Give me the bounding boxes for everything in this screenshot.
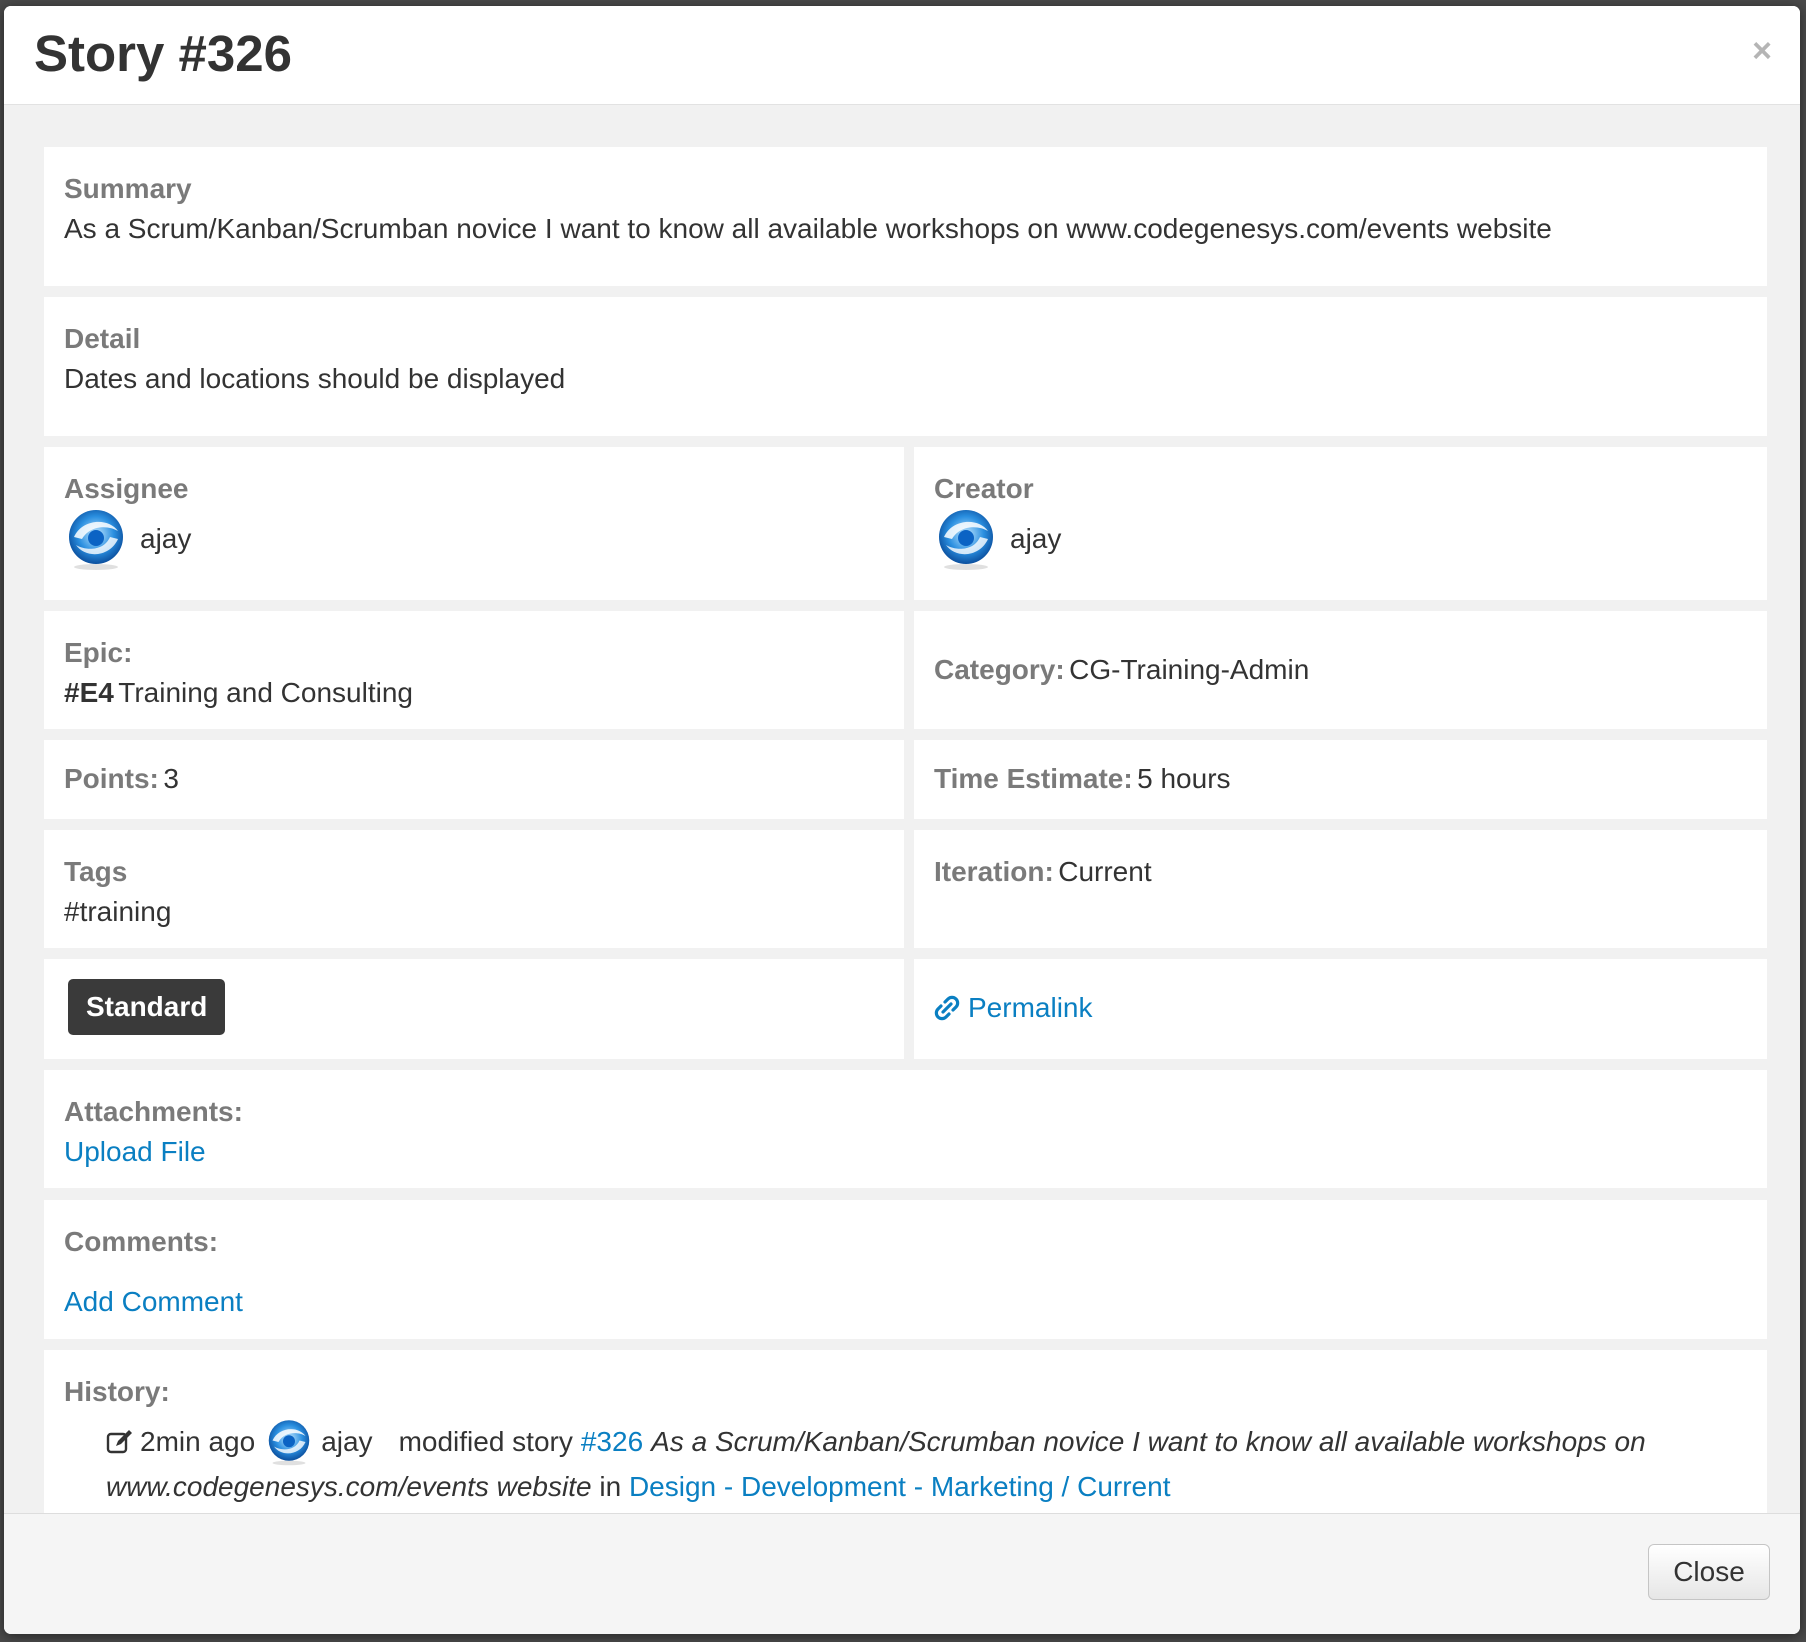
upload-file-link[interactable]: Upload File xyxy=(64,1136,206,1167)
category-panel: Category: CG-Training-Admin xyxy=(914,611,1767,729)
creator-name: ajay xyxy=(1010,523,1062,554)
summary-label: Summary xyxy=(64,173,192,204)
detail-text: Dates and locations should be displayed xyxy=(64,363,566,394)
story-modal: Story #326 × Summary As a Scrum/Kanban/S… xyxy=(4,6,1800,1634)
tags-value: #training xyxy=(64,896,172,927)
comments-panel: Comments: Add Comment xyxy=(44,1200,1767,1339)
tags-label: Tags xyxy=(64,856,128,887)
close-icon[interactable]: × xyxy=(1752,34,1772,68)
history-entry-continued: www.codegenesys.com/events website in De… xyxy=(106,1470,1170,1504)
points-value: 3 xyxy=(163,763,179,794)
iteration-panel: Iteration: Current xyxy=(914,830,1767,948)
history-story-text: As a Scrum/Kanban/Scrumban novice I want… xyxy=(651,1426,1646,1457)
modal-body: Summary As a Scrum/Kanban/Scrumban novic… xyxy=(4,105,1800,1514)
permalink-label[interactable]: Permalink xyxy=(968,991,1092,1025)
assignee-name: ajay xyxy=(140,523,192,554)
history-action: modified story xyxy=(398,1426,573,1457)
points-panel: Points: 3 xyxy=(44,740,904,819)
summary-text: As a Scrum/Kanban/Scrumban novice I want… xyxy=(64,213,1552,244)
add-comment-link[interactable]: Add Comment xyxy=(64,1286,243,1317)
history-time: 2min ago xyxy=(140,1426,256,1457)
permalink-panel: Permalink xyxy=(914,959,1767,1059)
tags-panel: Tags #training xyxy=(44,830,904,948)
summary-panel: Summary As a Scrum/Kanban/Scrumban novic… xyxy=(44,147,1767,286)
iteration-label: Iteration: xyxy=(934,856,1054,887)
history-user: ajay xyxy=(321,1426,373,1457)
detail-panel: Detail Dates and locations should be dis… xyxy=(44,297,1767,436)
category-label: Category: xyxy=(934,654,1065,685)
history-location-link[interactable]: Design - Development - Marketing / Curre… xyxy=(629,1471,1171,1502)
epic-name: Training and Consulting xyxy=(118,677,413,708)
history-entry: 2min ago ajay modified story #326 As a S… xyxy=(106,1418,1646,1466)
modal-header: Story #326 × xyxy=(4,6,1800,105)
link-icon xyxy=(934,995,960,1021)
category-value: CG-Training-Admin xyxy=(1069,654,1310,685)
attachments-label: Attachments: xyxy=(64,1096,243,1127)
user-avatar-icon xyxy=(64,507,128,571)
user-avatar-icon xyxy=(934,507,998,571)
time-estimate-label: Time Estimate: xyxy=(934,763,1133,794)
story-type-panel: Standard xyxy=(44,959,904,1059)
epic-label: Epic: xyxy=(64,637,133,668)
modal-footer: Close xyxy=(4,1513,1800,1634)
epic-panel: Epic: #E4 Training and Consulting xyxy=(44,611,904,729)
user-avatar-icon xyxy=(265,1418,313,1466)
story-type-badge: Standard xyxy=(68,979,226,1035)
time-estimate-value: 5 hours xyxy=(1137,763,1231,794)
assignee-label: Assignee xyxy=(64,473,189,504)
modal-title: Story #326 xyxy=(34,25,292,82)
detail-label: Detail xyxy=(64,323,141,354)
history-in-word: in xyxy=(599,1471,622,1502)
history-panel: History: 2min ago ajay modified story #3… xyxy=(44,1350,1767,1514)
edit-icon xyxy=(106,1430,132,1454)
permalink-link[interactable]: Permalink xyxy=(934,991,1092,1025)
history-label: History: xyxy=(64,1376,170,1407)
points-label: Points: xyxy=(64,763,159,794)
epic-id: #E4 xyxy=(64,677,114,708)
history-story-text-cont: www.codegenesys.com/events website xyxy=(106,1471,592,1502)
assignee-panel: Assignee ajay xyxy=(44,447,904,600)
creator-panel: Creator ajay xyxy=(914,447,1767,600)
time-estimate-panel: Time Estimate: 5 hours xyxy=(914,740,1767,819)
history-story-link[interactable]: #326 xyxy=(581,1426,643,1458)
comments-label: Comments: xyxy=(64,1226,219,1257)
iteration-value: Current xyxy=(1058,856,1152,887)
creator-label: Creator xyxy=(934,473,1034,504)
close-button[interactable]: Close xyxy=(1648,1544,1770,1600)
attachments-panel: Attachments: Upload File xyxy=(44,1070,1767,1188)
